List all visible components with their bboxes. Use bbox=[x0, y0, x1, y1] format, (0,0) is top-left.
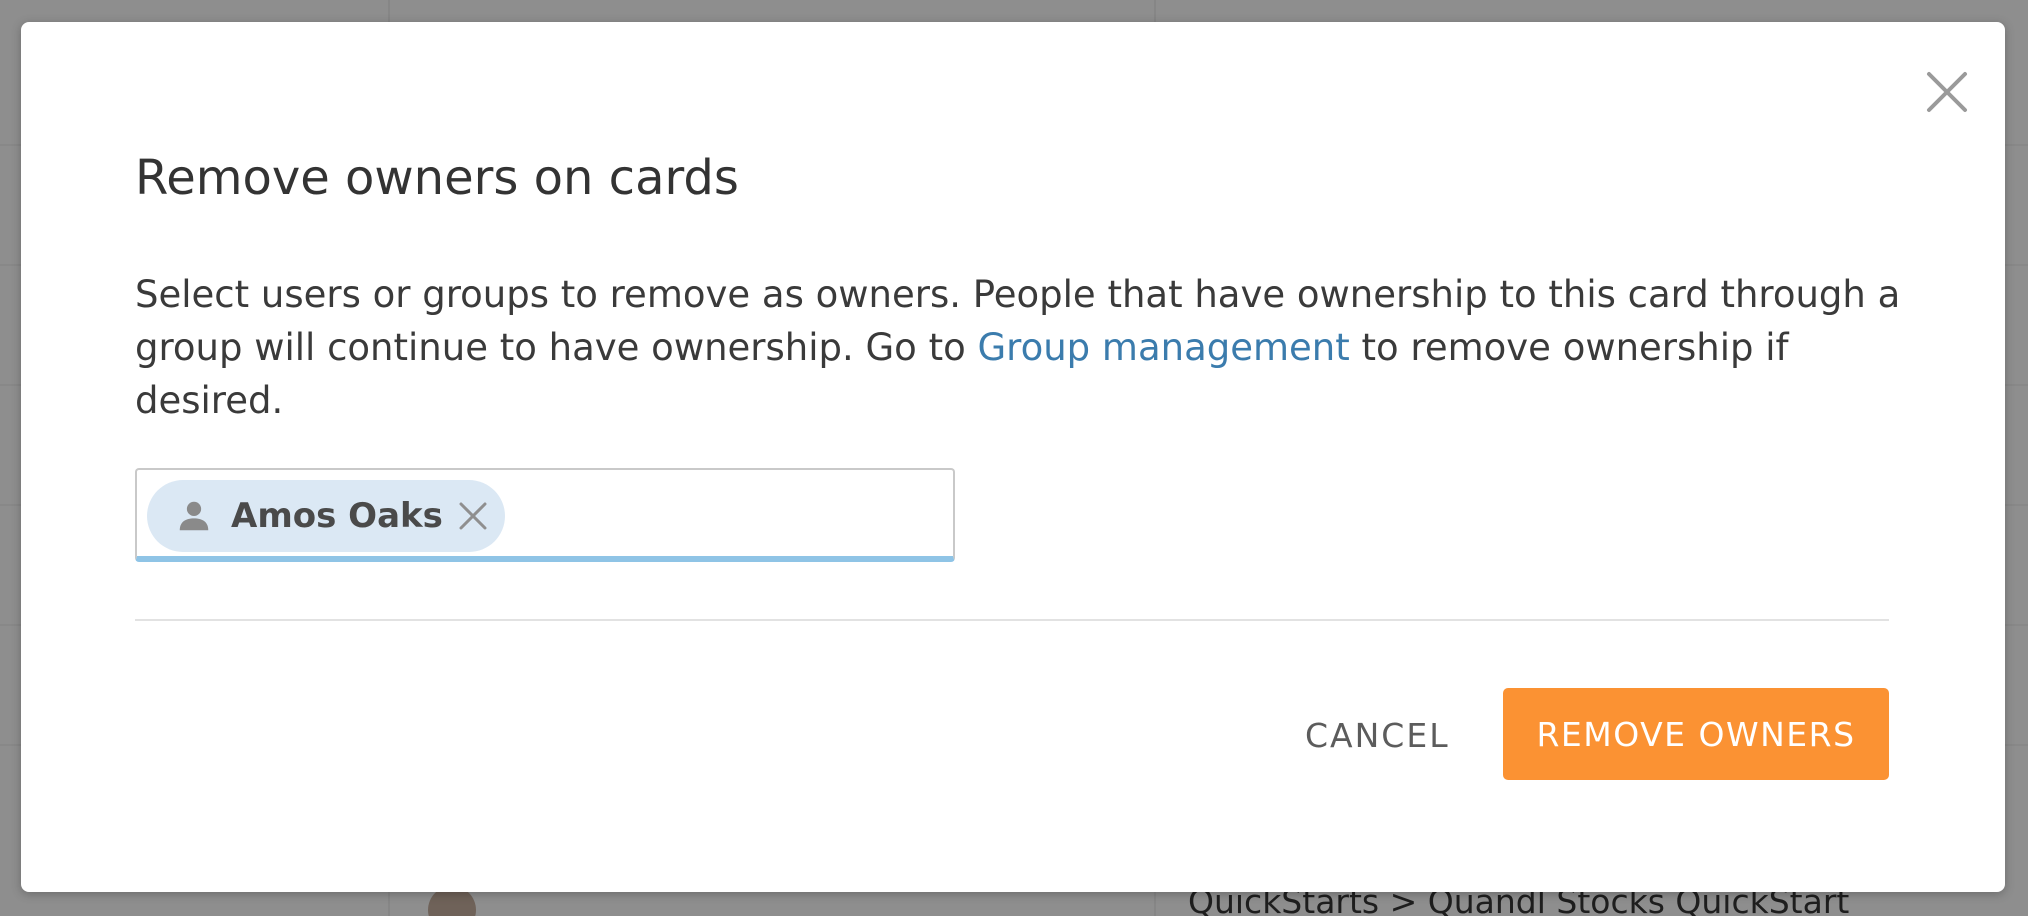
owner-chip: Amos Oaks bbox=[147, 480, 505, 552]
owner-selector-input[interactable]: Amos Oaks bbox=[135, 468, 955, 562]
remove-owners-dialog: Remove owners on cards Select users or g… bbox=[21, 22, 2005, 892]
owner-chip-label: Amos Oaks bbox=[231, 496, 443, 536]
remove-owner-icon[interactable] bbox=[457, 500, 489, 532]
dialog-divider bbox=[135, 619, 1889, 621]
cancel-button[interactable]: CANCEL bbox=[1275, 690, 1480, 780]
close-button[interactable] bbox=[1925, 70, 1969, 114]
group-management-link[interactable]: Group management bbox=[978, 326, 1350, 369]
dialog-title: Remove owners on cards bbox=[135, 150, 739, 206]
user-icon bbox=[179, 501, 209, 531]
remove-owners-button[interactable]: REMOVE OWNERS bbox=[1503, 688, 1889, 780]
close-icon bbox=[1927, 72, 1967, 112]
dialog-description: Select users or groups to remove as owne… bbox=[135, 268, 1905, 427]
